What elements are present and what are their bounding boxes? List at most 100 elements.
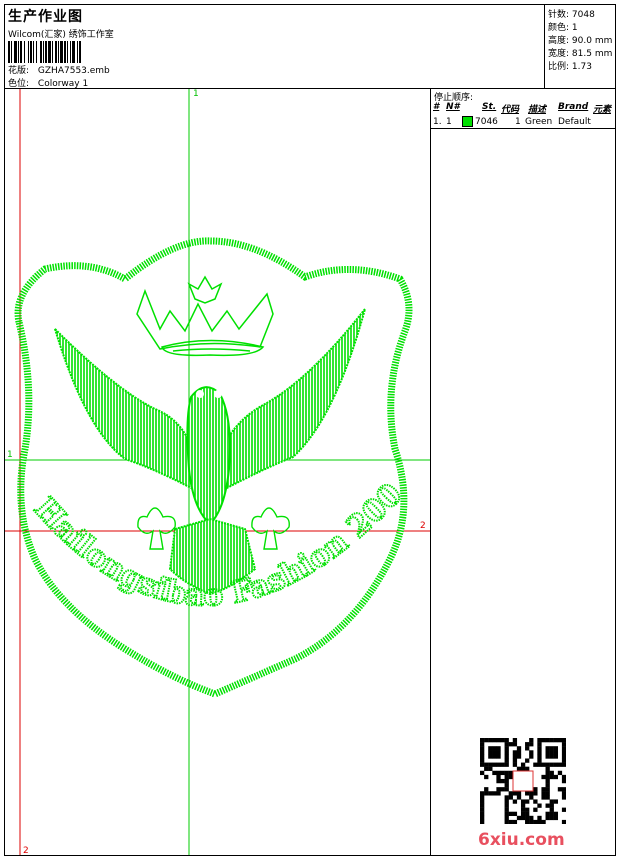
color-swatch [462, 116, 473, 127]
qr-module [488, 754, 493, 759]
qr-module [557, 738, 563, 743]
qr-module [488, 746, 493, 751]
barcode [8, 41, 156, 63]
qr-module [504, 795, 509, 800]
stat-scale: 比例: 1.73 [548, 59, 592, 72]
qr-module [492, 738, 497, 743]
qr-module [529, 791, 534, 796]
qr-module [516, 750, 522, 755]
qr-module [520, 799, 526, 804]
qr-module [529, 819, 534, 824]
qr-module [512, 742, 518, 747]
crown-motif [136, 275, 274, 357]
stat-height: 高度: 90.0 mm [548, 33, 612, 46]
qr-module [561, 819, 566, 824]
qr-module [537, 815, 542, 821]
stat-value: 81.5 mm [571, 49, 613, 59]
qr-module [561, 778, 566, 784]
guide-label-top: 1 [193, 89, 199, 99]
qr-module [561, 754, 566, 759]
qr-module [545, 754, 550, 759]
qr-module [520, 803, 526, 808]
qr-module [520, 811, 526, 817]
qr-code [480, 738, 566, 824]
qr-module [553, 746, 559, 751]
qr-module [553, 799, 559, 804]
qr-module [525, 758, 530, 763]
qr-module [480, 750, 485, 755]
qr-module [504, 758, 509, 763]
qr-module [537, 762, 542, 767]
qr-module [504, 738, 509, 743]
qr-module [557, 762, 563, 767]
qr-module [512, 762, 518, 767]
qr-module [549, 754, 554, 759]
row-description: Green [525, 117, 553, 127]
qr-module [525, 791, 530, 796]
stat-value: 1.73 [571, 62, 592, 72]
stat-width: 宽度: 81.5 mm [548, 46, 612, 59]
qr-module [533, 799, 538, 804]
qr-module [545, 815, 550, 821]
qr-module [545, 791, 550, 796]
qr-module [500, 770, 505, 776]
qr-module [541, 762, 546, 767]
qr-module [533, 791, 538, 796]
qr-module [525, 815, 530, 821]
qr-module [529, 742, 534, 747]
qr-module [525, 766, 530, 771]
qr-module [549, 799, 554, 804]
col-header-stitches: St. [482, 102, 497, 112]
qr-module [553, 754, 559, 759]
qr-module [545, 770, 550, 776]
page-title: 生产作业图 [8, 9, 83, 25]
design-value: GZHA7553.emb [37, 66, 110, 76]
qr-module [553, 811, 559, 817]
stop-sequence-table: 停止顺序: # N# St. 代码 描述 Brand 元素 1. 1 7046 … [431, 89, 615, 129]
qr-module [545, 738, 550, 743]
col-header-description: 描述 [528, 105, 547, 115]
stat-label: 比例: [548, 62, 570, 72]
header-panel: 生产作业图 Wilcom(汇家) 绣饰工作室 花版: GZHA7553.emb … [5, 5, 545, 89]
qr-module [545, 766, 550, 771]
design-label: 花版: [8, 66, 30, 76]
qr-module [512, 811, 518, 817]
qr-module [516, 815, 522, 821]
qr-module [553, 762, 559, 767]
qr-module [504, 787, 509, 792]
qr-module [480, 807, 485, 812]
guide-label-right: 2 [420, 521, 426, 531]
qr-module [516, 791, 522, 796]
qr-module [508, 774, 513, 780]
qr-module [516, 746, 522, 751]
qr-module [504, 778, 509, 784]
qr-module [492, 791, 497, 796]
qr-module [561, 774, 566, 780]
qr-module [537, 758, 542, 763]
qr-module [545, 774, 550, 780]
stats-panel: 针数: 7048 颜色: 1 高度: 90.0 mm 宽度: 81.5 mm 比… [545, 5, 615, 89]
qr-module [500, 738, 505, 743]
qr-center-badge [512, 770, 534, 792]
qr-module [488, 750, 493, 755]
qr-module [480, 799, 485, 804]
qr-module [561, 738, 566, 743]
qr-module [492, 762, 497, 767]
qr-module [492, 770, 497, 776]
qr-module [549, 770, 554, 776]
qr-module [561, 787, 566, 792]
qr-module [500, 787, 505, 792]
qr-module [541, 774, 546, 780]
qr-module [533, 807, 538, 812]
col-header-brand: Brand [558, 102, 589, 112]
qr-module [516, 795, 522, 800]
qr-module [496, 778, 501, 784]
qr-module [500, 762, 505, 767]
qr-module [512, 799, 518, 804]
colorway-label: 色位: [8, 79, 30, 89]
col-header-needle: N# [446, 102, 460, 112]
qr-module [504, 762, 509, 767]
qr-module [508, 811, 513, 817]
design-line: 花版: GZHA7553.emb [8, 63, 110, 76]
qr-module [512, 754, 518, 759]
